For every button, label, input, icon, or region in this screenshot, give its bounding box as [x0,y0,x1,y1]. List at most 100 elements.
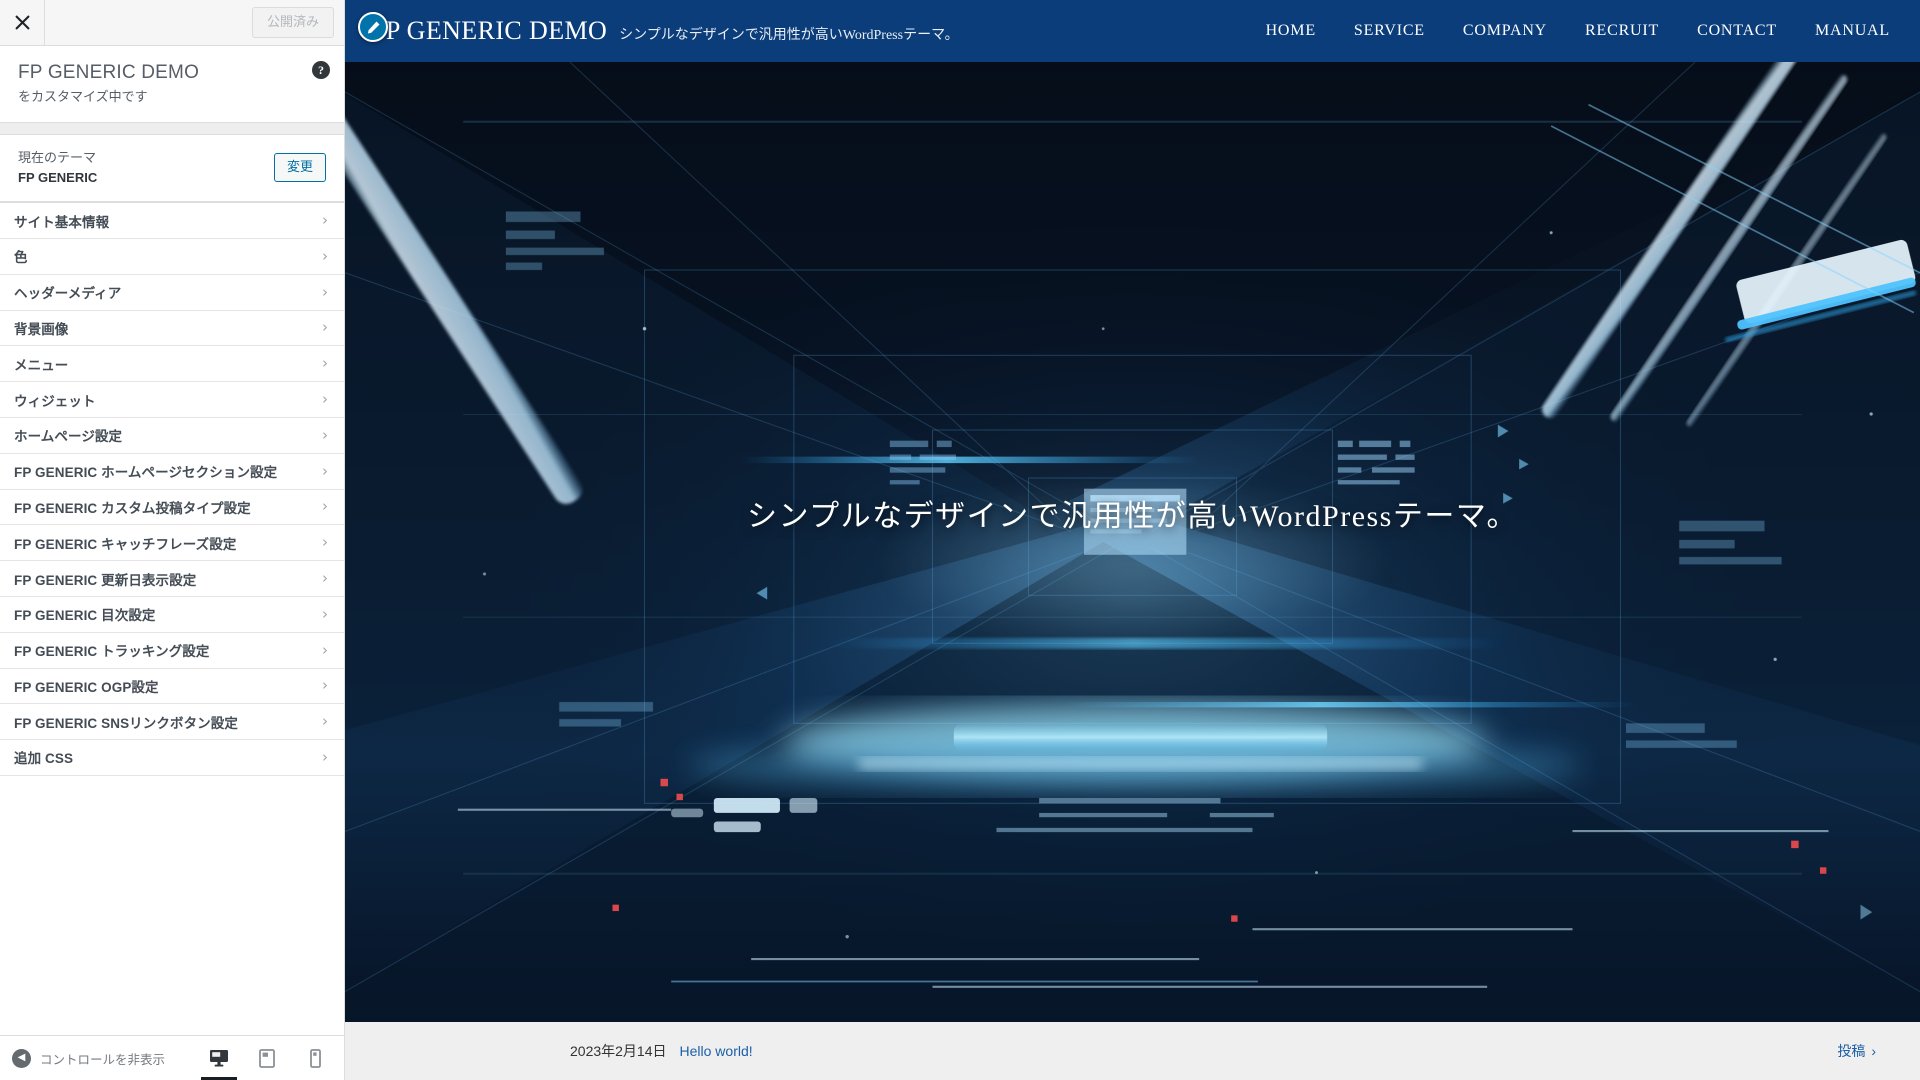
sidebar-section-item[interactable]: FP GENERIC ホームページセクション設定 › [0,453,344,490]
site-description: シンプルなデザインで汎用性が高いWordPressテーマ。 [619,28,959,43]
site-header: FP GENERIC DEMO シンプルなデザインで汎用性が高いWordPres… [345,0,1920,62]
chevron-right-icon: › [322,354,328,373]
sidebar-section-label: ヘッダーメディア [14,286,122,302]
tablet-icon [259,1048,275,1068]
chevron-right-icon: › [322,390,328,409]
nav-link-home[interactable]: HOME [1266,22,1316,40]
chevron-right-icon: › [322,569,328,587]
chevron-right-icon: › [322,497,328,516]
sidebar-section-label: FP GENERIC SNSリンクボタン設定 [14,715,238,731]
sidebar-section-item[interactable]: 追加 CSS › [0,740,344,776]
device-desktop-button[interactable] [201,1044,237,1080]
sidebar-section-item[interactable]: メニュー › [0,346,344,383]
more-posts-link[interactable]: 投稿 › [1837,1041,1876,1061]
site-footer: 2023年2月14日 Hello world! 投稿 › [345,1022,1920,1080]
sidebar-section-label: 追加 CSS [14,751,74,767]
primary-navigation: HOME SERVICE COMPANY RECRUIT CONTACT MANUAL [1266,22,1890,40]
sidebar-section-item[interactable]: FP GENERIC 更新日表示設定 › [0,561,344,597]
change-theme-button[interactable]: 変更 [273,153,326,182]
post-title-link[interactable]: Hello world! [680,1043,753,1059]
chevron-right-icon: › [322,676,328,695]
more-posts-label: 投稿 [1837,1043,1866,1059]
sidebar-section-label: FP GENERIC 目次設定 [14,608,156,624]
nav-link-service[interactable]: SERVICE [1354,22,1425,40]
latest-post-row: 2023年2月14日 Hello world! [570,1041,753,1061]
customizer-section-list: サイト基本情報 › 色 › ヘッダーメディア › 背景画像 › メニュー › ウィジェット › ホームペ… [0,202,344,1035]
site-preview: FP GENERIC DEMO シンプルなデザインで汎用性が高いWordPres… [345,0,1920,1080]
chevron-right-icon: › [322,461,328,480]
chevron-right-icon: › [322,425,328,444]
hero-catchphrase: シンプルなデザインで汎用性が高いWordPressテーマ。 [747,500,1518,534]
chevron-right-icon: › [322,246,328,265]
customizer-footer: ◀ コントロールを非表示 [0,1035,344,1080]
close-customizer-button[interactable] [0,0,45,45]
mobile-icon [309,1048,321,1068]
customizer-app: 公開済み FP GENERIC DEMO をカスタマイズ中です ? 現在のテーマ… [0,0,1920,1080]
post-date: 2023年2月14日 [570,1043,667,1059]
collapse-arrow-icon: ◀ [12,1048,31,1068]
device-tablet-button[interactable] [256,1044,278,1072]
sidebar-section-item[interactable]: FP GENERIC OGP設定 › [0,668,344,705]
current-theme-info: 現在のテーマ FP GENERIC [18,148,97,187]
chevron-right-icon: › [322,604,328,623]
site-branding: FP GENERIC DEMO シンプルなデザインで汎用性が高いWordPres… [371,16,959,46]
collapse-sidebar-label: コントロールを非表示 [40,1052,166,1067]
site-title[interactable]: FP GENERIC DEMO [371,16,607,46]
page-title: FP GENERIC DEMO [18,62,200,83]
chevron-right-icon: › [322,211,328,230]
chevron-right-icon: › [322,640,328,659]
desktop-icon [210,1050,228,1067]
sidebar-section-item[interactable]: ヘッダーメディア › [0,274,344,311]
customizer-sidebar: 公開済み FP GENERIC DEMO をカスタマイズ中です ? 現在のテーマ… [0,0,345,1080]
sidebar-section-label: サイト基本情報 [14,214,110,230]
sidebar-section-item[interactable]: FP GENERIC トラッキング設定 › [0,632,344,669]
chevron-right-icon: › [1871,1043,1876,1059]
current-theme-name: FP GENERIC [18,169,98,185]
close-icon [15,15,29,30]
current-theme-label: 現在のテーマ [18,150,97,166]
sidebar-section-item[interactable]: ウィジェット › [0,382,344,418]
device-mobile-button[interactable] [304,1044,326,1072]
help-icon[interactable]: ? [312,61,330,79]
sidebar-section-item[interactable]: サイト基本情報 › [0,203,344,239]
publish-area: 公開済み [251,0,344,45]
sidebar-section-label: ホームページ設定 [14,429,123,445]
sidebar-section-label: FP GENERIC ホームページセクション設定 [14,465,278,481]
edit-shortcut-button[interactable] [358,12,388,42]
sidebar-section-item[interactable]: FP GENERIC SNSリンクボタン設定 › [0,704,344,741]
current-theme-row: 現在のテーマ FP GENERIC 変更 [0,135,344,203]
nav-link-recruit[interactable]: RECRUIT [1585,22,1659,40]
sidebar-section-label: メニュー [14,357,69,373]
customizer-topbar: 公開済み [0,0,344,46]
nav-link-manual[interactable]: MANUAL [1815,22,1890,40]
pencil-icon [367,21,379,33]
sidebar-section-label: ウィジェット [14,393,96,409]
sidebar-section-label: FP GENERIC OGP設定 [14,679,159,695]
topbar-spacer [45,0,252,45]
chevron-right-icon: › [322,712,328,731]
sidebar-section-label: FP GENERIC カスタム投稿タイプ設定 [14,500,251,516]
sidebar-section-label: 背景画像 [14,321,69,337]
sidebar-section-label: 色 [14,250,28,266]
sidebar-section-item[interactable]: 背景画像 › [0,310,344,347]
sidebar-section-item[interactable]: ホームページ設定 › [0,417,344,454]
sidebar-section-item[interactable]: 色 › [0,238,344,275]
sidebar-section-label: FP GENERIC キャッチフレーズ設定 [14,536,237,552]
chevron-right-icon: › [322,318,328,337]
collapse-sidebar-button[interactable]: ◀ コントロールを非表示 [12,1048,166,1068]
section-divider [0,123,344,136]
nav-link-contact[interactable]: CONTACT [1697,22,1777,40]
sidebar-section-label: FP GENERIC 更新日表示設定 [14,572,197,588]
chevron-right-icon: › [322,533,328,552]
sidebar-section-label: FP GENERIC トラッキング設定 [14,644,210,660]
sidebar-section-item[interactable]: FP GENERIC キャッチフレーズ設定 › [0,525,344,562]
sidebar-section-item[interactable]: FP GENERIC 目次設定 › [0,596,344,633]
chevron-right-icon: › [322,282,328,301]
device-preview-group [201,1036,326,1080]
sidebar-section-item[interactable]: FP GENERIC カスタム投稿タイプ設定 › [0,489,344,526]
chevron-right-icon: › [322,747,328,766]
customizer-panel-header: FP GENERIC DEMO をカスタマイズ中です ? [0,46,344,124]
nav-link-company[interactable]: COMPANY [1463,22,1547,40]
publish-button[interactable]: 公開済み [251,7,334,38]
panel-subtitle: をカスタマイズ中です [18,88,148,104]
